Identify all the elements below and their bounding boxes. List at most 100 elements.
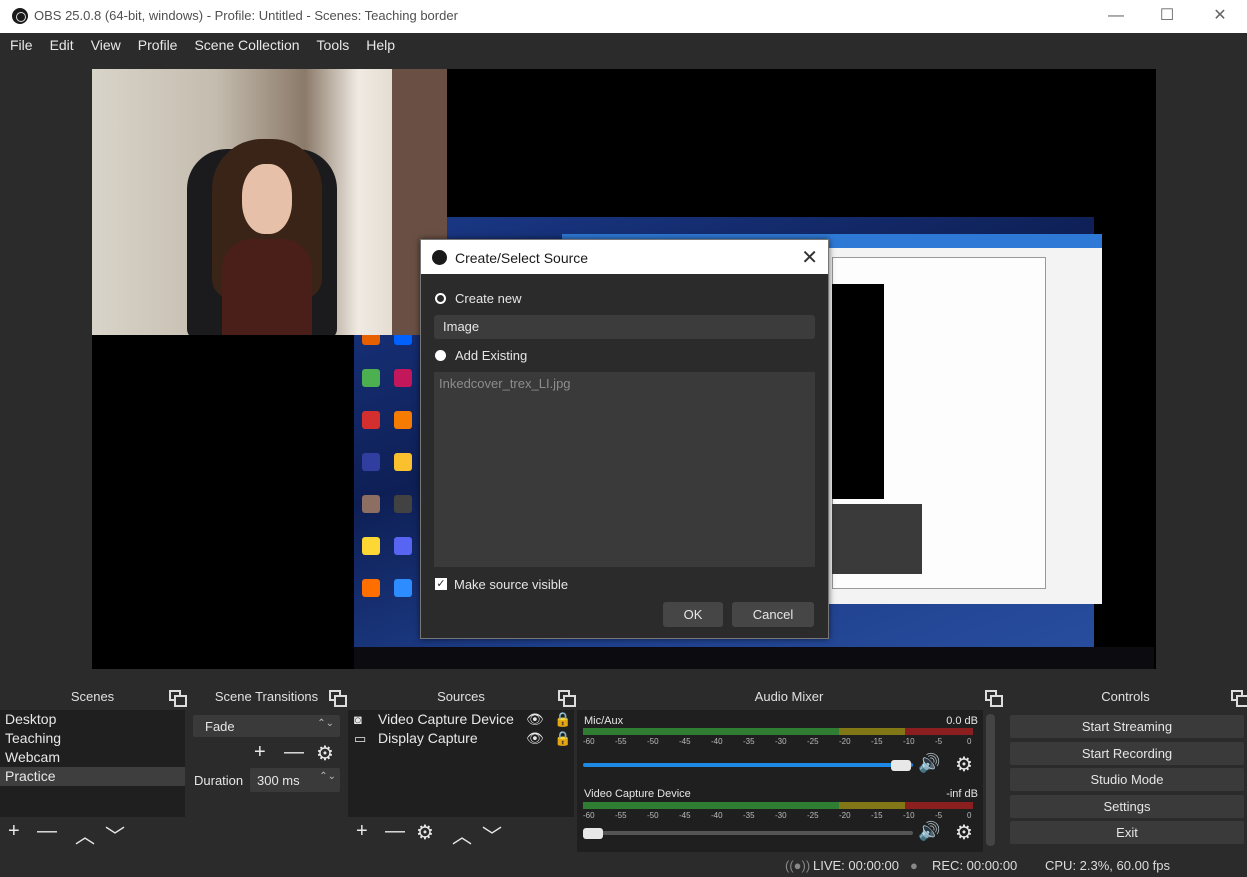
create-new-radio[interactable]	[435, 293, 446, 304]
volume-slider[interactable]	[583, 763, 913, 767]
dialog-close-button[interactable]: ✕	[801, 245, 818, 270]
settings-button[interactable]: Settings	[1010, 795, 1244, 818]
scene-item-selected[interactable]: Practice	[0, 767, 185, 786]
cancel-button[interactable]: Cancel	[732, 602, 814, 627]
tick-label: -10	[903, 811, 915, 820]
move-source-up-button[interactable]: ︿	[452, 820, 472, 849]
undock-icon[interactable]	[329, 690, 347, 707]
scene-item[interactable]: Teaching	[0, 729, 185, 748]
undock-icon[interactable]	[169, 690, 187, 707]
dialog-titlebar: Create/Select Source ✕	[421, 240, 828, 274]
menu-view[interactable]: View	[81, 33, 128, 53]
spin-arrows-icon[interactable]: ⌃⌄	[319, 771, 336, 782]
volume-slider-handle[interactable]	[583, 828, 603, 839]
tick-label: -45	[679, 737, 691, 746]
move-scene-down-button[interactable]: ﹀	[105, 820, 125, 849]
tick-label: -40	[711, 737, 723, 746]
close-button[interactable]: ✕	[1200, 4, 1240, 28]
scene-item[interactable]: Webcam	[0, 748, 185, 767]
create-select-source-dialog: Create/Select Source ✕ Create new Image …	[420, 239, 829, 639]
menu-help[interactable]: Help	[356, 33, 402, 53]
undock-icon[interactable]	[558, 690, 576, 707]
studio-mode-button[interactable]: Studio Mode	[1010, 768, 1244, 791]
remove-transition-button[interactable]: —	[284, 741, 304, 764]
ok-button[interactable]: OK	[663, 602, 723, 627]
menu-profile[interactable]: Profile	[128, 33, 185, 53]
menu-scene-collection[interactable]: Scene Collection	[184, 33, 306, 53]
make-visible-checkbox[interactable]: ✓	[435, 578, 447, 590]
create-new-label[interactable]: Create new	[455, 291, 521, 306]
add-scene-button[interactable]: +	[8, 820, 20, 843]
gear-icon[interactable]: ⚙	[955, 820, 973, 845]
window-title: OBS 25.0.8 (64-bit, windows) - Profile: …	[34, 8, 458, 23]
move-scene-up-button[interactable]: ︿	[75, 820, 95, 849]
list-item[interactable]: Inkedcover_trex_LI.jpg	[439, 376, 815, 391]
remove-scene-button[interactable]: —	[37, 820, 57, 843]
monitor-icon: ▭	[354, 731, 367, 746]
duration-value: 300 ms	[257, 773, 300, 788]
scenes-list[interactable]: Desktop Teaching Webcam Practice	[0, 710, 185, 817]
transition-select[interactable]: Fade ⌃⌄	[193, 715, 340, 737]
eye-icon[interactable]: 👁	[526, 710, 544, 729]
tick-label: -55	[615, 811, 627, 820]
add-existing-label[interactable]: Add Existing	[455, 348, 527, 363]
source-item[interactable]: ▭ Display Capture 👁 🔒	[348, 729, 574, 748]
make-visible-label[interactable]: Make source visible	[454, 577, 568, 592]
add-source-button[interactable]: +	[356, 820, 368, 843]
meter-ticks: -60 -55 -50 -45 -40 -35 -30 -25 -20 -15 -10 -5 0	[583, 811, 973, 821]
add-existing-radio[interactable]	[435, 350, 446, 361]
duration-spinbox[interactable]: 300 ms ⌃⌄	[250, 768, 340, 792]
existing-sources-list[interactable]: Inkedcover_trex_LI.jpg	[434, 372, 815, 567]
discord-icon	[394, 537, 412, 555]
menu-edit[interactable]: Edit	[40, 33, 81, 53]
tick-label: -55	[615, 737, 627, 746]
exit-button[interactable]: Exit	[1010, 821, 1244, 844]
lock-icon[interactable]: 🔒	[554, 729, 571, 748]
channel-level: -inf dB	[946, 788, 978, 800]
channel-name: Video Capture Device	[584, 788, 691, 800]
lock-icon[interactable]: 🔒	[554, 710, 571, 729]
person	[212, 139, 322, 335]
scenes-dock: Scenes Desktop Teaching Webcam Practice …	[0, 684, 187, 852]
live-icon: ((●))	[785, 858, 811, 873]
itunes-icon	[394, 369, 412, 387]
start-recording-button[interactable]: Start Recording	[1010, 742, 1244, 765]
speaker-icon[interactable]: 🔊	[918, 753, 940, 774]
move-source-down-button[interactable]: ﹀	[482, 820, 502, 849]
tick-label: -35	[743, 737, 755, 746]
sources-list[interactable]: ◙ Video Capture Device 👁 🔒 ▭ Display Cap…	[348, 710, 574, 817]
dialog-title: Create/Select Source	[455, 250, 589, 266]
gear-icon[interactable]: ⚙	[955, 752, 973, 777]
menu-file[interactable]: File	[0, 33, 40, 53]
source-properties-button[interactable]: ⚙	[416, 820, 434, 845]
add-transition-button[interactable]: +	[254, 741, 266, 764]
undock-icon[interactable]	[985, 690, 1003, 707]
volume-slider[interactable]	[583, 831, 913, 835]
live-timer: LIVE: 00:00:00	[813, 858, 900, 873]
eye-icon[interactable]: 👁	[526, 729, 544, 748]
tick-label: 0	[967, 811, 972, 820]
obs-logo-icon	[432, 250, 447, 265]
source-name-input[interactable]: Image	[434, 315, 815, 339]
undock-icon[interactable]	[1231, 690, 1247, 707]
maximize-button[interactable]: ☐	[1147, 4, 1187, 28]
tick-label: -35	[743, 811, 755, 820]
volume-slider-handle[interactable]	[891, 760, 911, 771]
tick-label: -10	[903, 737, 915, 746]
remove-source-button[interactable]: —	[385, 820, 405, 843]
tick-label: -50	[647, 737, 659, 746]
menu-tools[interactable]: Tools	[307, 33, 357, 53]
tick-label: -5	[935, 737, 943, 746]
minimize-button[interactable]: —	[1096, 4, 1136, 28]
source-item[interactable]: ◙ Video Capture Device 👁 🔒	[348, 710, 574, 729]
channel-name: Mic/Aux	[584, 715, 624, 727]
start-streaming-button[interactable]: Start Streaming	[1010, 715, 1244, 738]
scene-item[interactable]: Desktop	[0, 710, 185, 729]
mixer-scrollbar[interactable]	[986, 714, 995, 846]
tick-label: 0	[967, 737, 972, 746]
controls-dock: Controls Start Streaming Start Recording…	[1004, 684, 1247, 852]
chevron-updown-icon: ⌃⌄	[317, 718, 334, 729]
tick-label: -5	[935, 811, 943, 820]
transition-settings-button[interactable]: ⚙	[316, 741, 334, 766]
speaker-icon[interactable]: 🔊	[918, 821, 940, 842]
